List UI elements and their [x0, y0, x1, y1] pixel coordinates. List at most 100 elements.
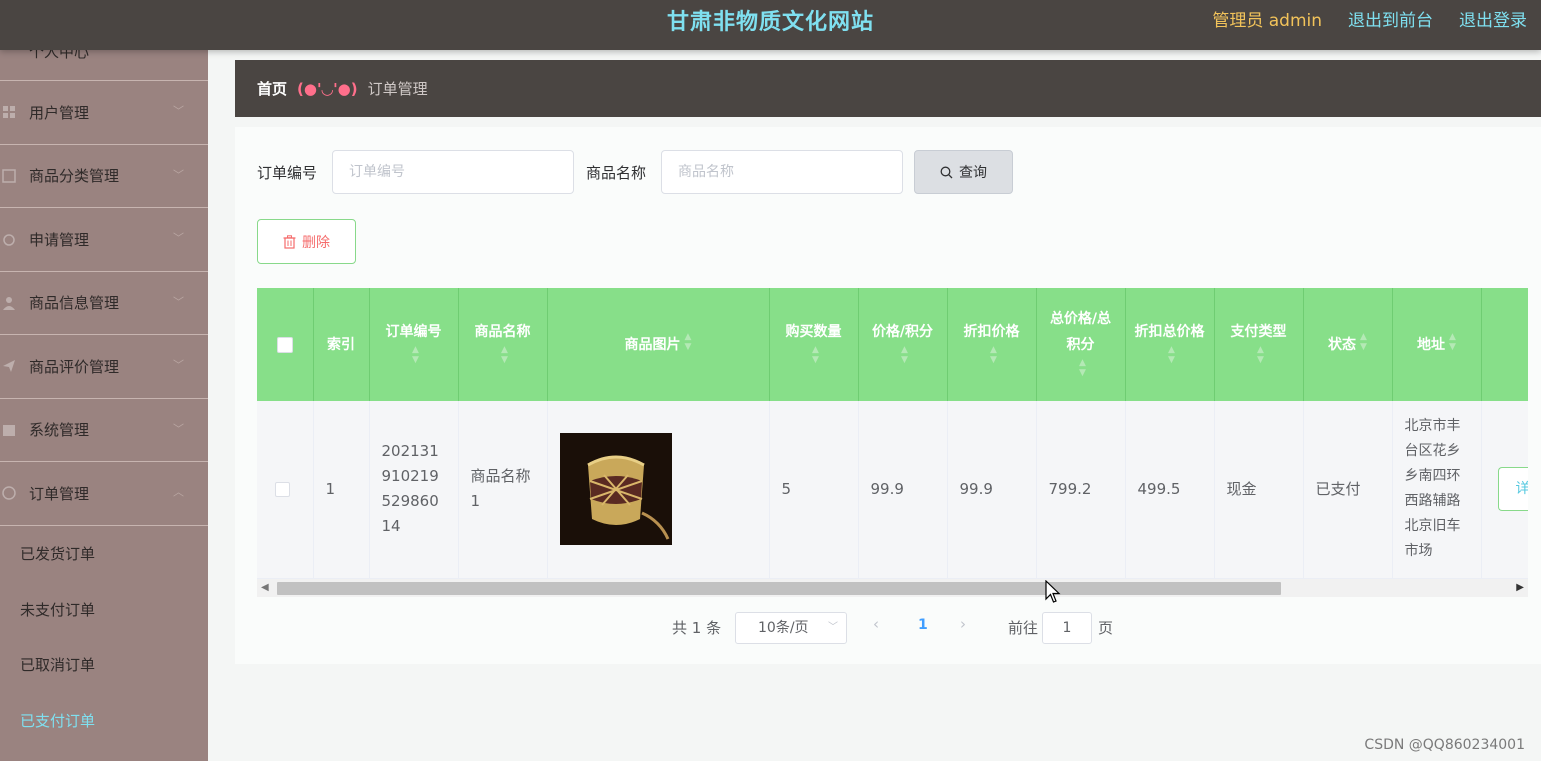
column-header-label: 状态: [1328, 336, 1357, 353]
product-name-input[interactable]: [661, 150, 903, 194]
column-header-label: 折扣总价格: [1134, 323, 1205, 340]
product-name-label: 商品名称: [586, 164, 647, 182]
sidebar-subitem-shipped[interactable]: 已发货订单: [0, 526, 208, 582]
watermark: CSDN @QQ860234001: [1364, 737, 1525, 753]
top-links: 管理员 admin 退出到前台 退出登录: [1212, 6, 1527, 31]
select-all-checkbox[interactable]: [276, 336, 293, 353]
orders-table: 索引 订单编号 ▲ ▼ 商品名称 ▲ ▼ 商品图片 ▲ ▼ 购买数量 ▲ ▼ 价格/积分▲ ▼ 折…: [257, 288, 1528, 597]
column-header[interactable]: 状态 ▲ ▼: [1303, 288, 1393, 401]
sidebar-subitem-paid[interactable]: 已支付订单: [0, 693, 208, 749]
cell-order-no: 20213191021952986014: [369, 401, 459, 579]
cell-product-image: [547, 401, 770, 579]
column-header-label: 支付类型: [1230, 323, 1287, 340]
chevron-down-icon: ﹀: [173, 295, 184, 309]
scroll-right-arrow-icon[interactable]: ▶: [1516, 582, 1524, 593]
logout-link[interactable]: 退出登录: [1459, 6, 1527, 31]
cell-discount-price: 99.9: [947, 401, 1037, 579]
sidebar-item-users[interactable]: 用户管理 ﹀: [0, 81, 208, 145]
chevron-down-icon: ﹀: [173, 231, 184, 245]
column-header-label: 商品图片: [624, 336, 681, 353]
grid-icon: [3, 106, 15, 119]
page-number[interactable]: 1: [918, 617, 928, 633]
sidebar-subitem-cancelled[interactable]: 已取消订单: [0, 637, 208, 693]
sidebar: 个人中心 用户管理 ﹀ 商品分类管理 ﹀ 申请管理 ﹀ 商品信息管理 ﹀ 商品评…: [0, 50, 208, 761]
row-checkbox-cell: [257, 401, 314, 579]
page-suffix-label: 页: [1098, 619, 1114, 637]
goto-page-input[interactable]: [1042, 612, 1092, 644]
table-row[interactable]: 1 20213191021952986014 商品名称1 5 99.9 99.9…: [257, 401, 1528, 579]
sidebar-item-profile[interactable]: 个人中心: [0, 50, 208, 81]
sidebar-item-label: 个人中心: [29, 50, 90, 61]
column-header[interactable]: 商品图片 ▲ ▼: [547, 288, 770, 401]
row-checkbox[interactable]: [275, 481, 290, 497]
square-icon: [2, 169, 16, 183]
exit-to-front-link[interactable]: 退出到前台: [1348, 6, 1433, 31]
scrollbar-thumb[interactable]: [277, 582, 1281, 595]
sort-icon[interactable]: ▲ ▼: [1257, 345, 1264, 365]
sort-icon[interactable]: ▲ ▼: [1079, 358, 1086, 378]
cell-address: 北京市丰台区花乡乡南四环西路辅路北京旧车市场: [1392, 401, 1482, 579]
page-size-select[interactable]: 10条/页 ﹀: [735, 612, 847, 644]
sidebar-item-label: 商品评价管理: [29, 357, 120, 376]
admin-label: 管理员 admin: [1212, 11, 1322, 31]
sort-icon[interactable]: ▲ ▼: [412, 345, 419, 365]
user-icon: [3, 296, 15, 310]
column-header: 索引: [313, 288, 370, 401]
scroll-left-arrow-icon[interactable]: ◀: [261, 582, 269, 593]
cell-quantity: 5: [769, 401, 859, 579]
sidebar-item-apply[interactable]: 申请管理 ﹀: [0, 208, 208, 272]
search-icon: [940, 166, 953, 178]
trash-icon: [283, 234, 296, 249]
sidebar-item-system[interactable]: 系统管理 ﹀: [0, 399, 208, 462]
delete-button[interactable]: 删除: [257, 219, 356, 264]
sort-icon[interactable]: ▲ ▼: [501, 345, 508, 365]
next-page-icon[interactable]: ›: [960, 615, 966, 633]
column-header[interactable]: 支付类型 ▲ ▼: [1214, 288, 1304, 401]
sort-icon[interactable]: ▲ ▼: [1360, 332, 1367, 352]
calendar-icon: [3, 424, 15, 436]
column-header-label: 购买数量: [785, 323, 842, 340]
sidebar-item-label: 商品分类管理: [29, 167, 120, 186]
sidebar-item-category[interactable]: 商品分类管理 ﹀: [0, 145, 208, 208]
sidebar-item-label: 系统管理: [29, 421, 90, 440]
sort-icon[interactable]: ▲ ▼: [1449, 332, 1456, 352]
column-header[interactable]: 地址 ▲ ▼: [1392, 288, 1482, 401]
product-image[interactable]: [559, 433, 672, 546]
sort-icon[interactable]: ▲ ▼: [812, 345, 819, 365]
column-header[interactable]: 价格/积分 ▲ ▼: [858, 288, 948, 401]
column-header[interactable]: 商品名称 ▲ ▼: [458, 288, 548, 401]
column-header[interactable]: 订单编号 ▲ ▼: [369, 288, 459, 401]
prev-page-icon[interactable]: ‹: [873, 615, 879, 633]
column-header-label: 总价格/总积分: [1049, 310, 1112, 353]
sidebar-item-product-info[interactable]: 商品信息管理 ﹀: [0, 272, 208, 335]
sidebar-item-label: 商品信息管理: [29, 294, 120, 313]
cell-pay-type: 现金: [1214, 401, 1304, 579]
breadcrumb-home[interactable]: 首页: [257, 78, 287, 99]
chevron-down-icon: ﹀: [173, 168, 184, 182]
column-header[interactable]: 购买数量 ▲ ▼: [769, 288, 859, 401]
chevron-down-icon: ﹀: [173, 104, 184, 118]
column-header[interactable]: 折扣价格 ▲ ▼: [947, 288, 1037, 401]
mouse-cursor-icon: [1045, 580, 1061, 603]
send-icon: [3, 360, 15, 373]
bamboo-basket-image: [559, 433, 672, 546]
query-button-label: 查询: [959, 165, 987, 181]
query-button[interactable]: 查询: [914, 150, 1013, 194]
column-header[interactable]: 总价格/总积分 ▲ ▼: [1036, 288, 1126, 401]
sort-icon[interactable]: ▲ ▼: [1168, 345, 1175, 365]
delete-button-label: 删除: [302, 234, 330, 251]
sidebar-item-label: 订单管理: [29, 484, 90, 503]
sidebar-subitem-unpaid[interactable]: 未支付订单: [0, 581, 208, 637]
cell-price: 99.9: [858, 401, 948, 579]
sort-icon[interactable]: ▲ ▼: [990, 345, 997, 365]
top-bar: 甘肃非物质文化网站 管理员 admin 退出到前台 退出登录: [0, 0, 1541, 50]
detail-button[interactable]: 详: [1497, 467, 1528, 512]
sort-icon[interactable]: ▲ ▼: [685, 332, 692, 352]
sort-icon[interactable]: ▲ ▼: [901, 345, 908, 365]
order-no-input[interactable]: [332, 150, 574, 194]
horizontal-scrollbar[interactable]: ◀ ▶: [257, 579, 1528, 597]
breadcrumb-separator: (●'◡'●): [297, 79, 358, 98]
column-header[interactable]: 折扣总价格 ▲ ▼: [1125, 288, 1215, 401]
sidebar-item-orders[interactable]: 订单管理 ︿: [0, 462, 208, 526]
sidebar-item-reviews[interactable]: 商品评价管理 ﹀: [0, 335, 208, 399]
